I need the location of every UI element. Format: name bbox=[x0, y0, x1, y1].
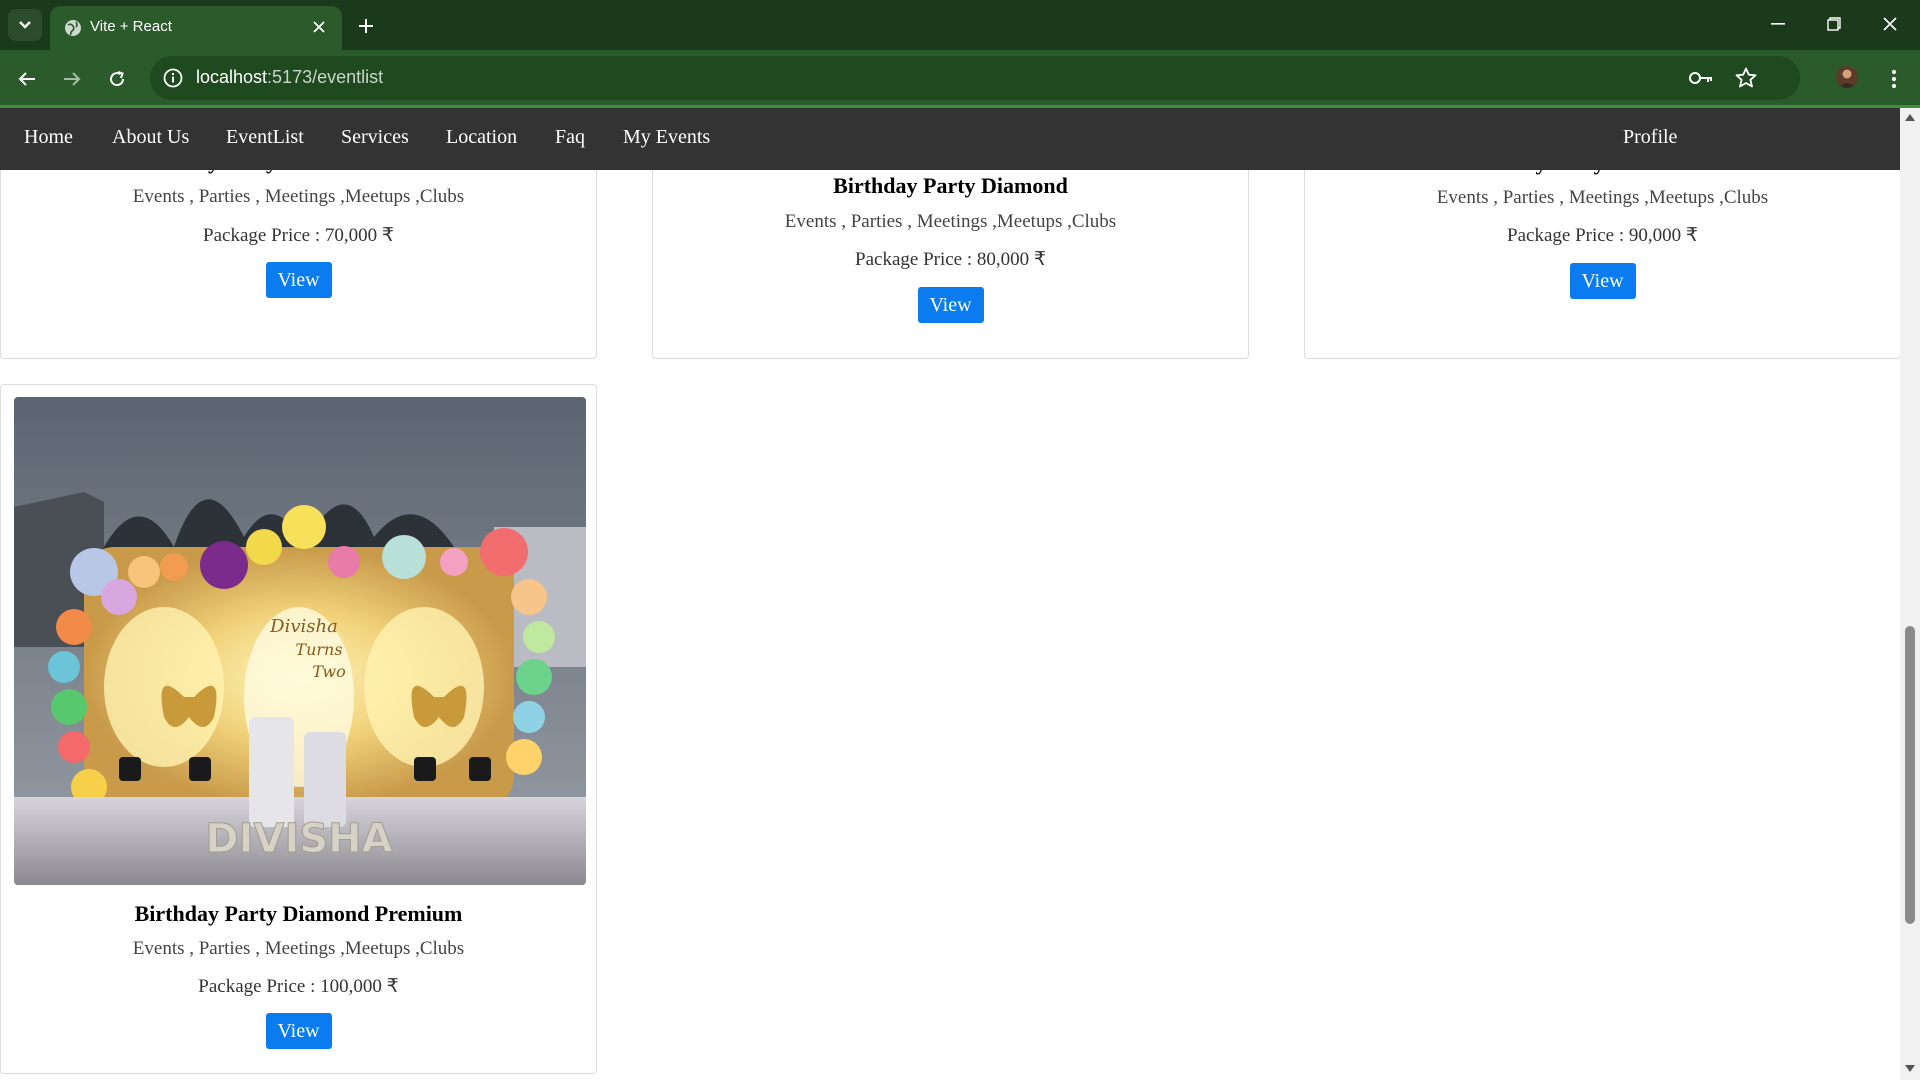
back-icon[interactable] bbox=[11, 63, 43, 95]
kebab-menu-icon[interactable] bbox=[1880, 63, 1908, 95]
address-bar[interactable]: localhost:5173/eventlist bbox=[150, 56, 1800, 100]
url-host: localhost bbox=[196, 67, 268, 87]
url-text: localhost:5173/eventlist bbox=[196, 67, 383, 88]
nav-profile[interactable]: Profile bbox=[1623, 126, 1677, 149]
card-price: Package Price : 80,000 ₹ bbox=[855, 249, 1046, 270]
nav-my-events[interactable]: My Events bbox=[623, 126, 710, 149]
birthday-decoration-photo: Divisha Turns Two DIVISHA bbox=[14, 397, 586, 885]
nav-services[interactable]: Services bbox=[341, 126, 409, 149]
card-tags: Events , Parties , Meetings ,Meetups ,Cl… bbox=[1436, 187, 1769, 208]
card-button-wrap: View bbox=[1, 262, 596, 298]
avatar[interactable] bbox=[1834, 64, 1860, 90]
card-button-wrap: View bbox=[1305, 263, 1900, 299]
page-scrollbar[interactable] bbox=[1900, 108, 1920, 1080]
card-tags: Events , Parties , Meetings ,Meetups ,Cl… bbox=[784, 211, 1117, 232]
key-icon[interactable] bbox=[1688, 67, 1714, 89]
restore-icon[interactable] bbox=[1806, 0, 1862, 48]
forward-icon[interactable] bbox=[56, 63, 88, 95]
view-button[interactable]: View bbox=[265, 1013, 332, 1049]
url-path: :5173/eventlist bbox=[267, 67, 384, 87]
nav-faq[interactable]: Faq bbox=[555, 126, 585, 149]
event-image: Divisha Turns Two DIVISHA bbox=[14, 397, 586, 885]
card-tags: Events , Parties , Meetings ,Meetups ,Cl… bbox=[132, 938, 465, 959]
svg-text:DIVISHA: DIVISHA bbox=[205, 816, 392, 862]
star-icon[interactable] bbox=[1734, 66, 1758, 90]
plus-icon[interactable] bbox=[352, 12, 380, 40]
nav-location[interactable]: Location bbox=[446, 126, 517, 149]
svg-text:Divisha: Divisha bbox=[269, 616, 338, 637]
nav-about-us[interactable]: About Us bbox=[112, 126, 189, 149]
view-button[interactable]: View bbox=[1569, 263, 1636, 299]
reload-icon[interactable] bbox=[101, 63, 133, 95]
scroll-down-icon[interactable] bbox=[1904, 1064, 1916, 1074]
svg-text:Two: Two bbox=[312, 662, 345, 681]
view-button[interactable]: View bbox=[265, 262, 332, 298]
globe-icon bbox=[65, 20, 81, 36]
page-viewport: Home About Us EventList Services Locatio… bbox=[0, 108, 1920, 1080]
card-price: Package Price : 90,000 ₹ bbox=[1507, 225, 1698, 246]
close-icon[interactable] bbox=[308, 16, 330, 38]
minimize-icon[interactable] bbox=[1750, 0, 1806, 48]
window-close-icon[interactable] bbox=[1862, 0, 1918, 48]
tab-title: Vite + React bbox=[90, 18, 172, 35]
card-title: Birthday Party Diamond Premium bbox=[134, 901, 463, 926]
active-tab[interactable]: Vite + React bbox=[50, 6, 342, 50]
card-price: Package Price : 70,000 ₹ bbox=[203, 225, 394, 246]
event-card: Divisha Turns Two DIVISHA Birthday Party… bbox=[0, 384, 597, 1074]
tab-dropdown-icon[interactable] bbox=[8, 9, 42, 41]
card-title: Birthday Party Diamond bbox=[833, 173, 1068, 198]
card-button-wrap: View bbox=[1, 1013, 596, 1049]
svg-text:Turns: Turns bbox=[295, 640, 342, 659]
card-price: Package Price : 100,000 ₹ bbox=[198, 976, 399, 997]
view-button[interactable]: View bbox=[917, 287, 984, 323]
info-icon[interactable] bbox=[162, 67, 184, 89]
card-button-wrap: View bbox=[653, 287, 1248, 323]
browser-toolbar: localhost:5173/eventlist bbox=[0, 50, 1920, 108]
browser-tab-bar: Vite + React bbox=[0, 0, 1920, 50]
scroll-up-icon[interactable] bbox=[1904, 112, 1916, 122]
nav-eventlist[interactable]: EventList bbox=[226, 126, 304, 149]
card-tags: Events , Parties , Meetings ,Meetups ,Cl… bbox=[132, 186, 465, 207]
nav-home[interactable]: Home bbox=[24, 126, 73, 149]
scrollbar-thumb[interactable] bbox=[1905, 626, 1915, 924]
site-navbar: Home About Us EventList Services Locatio… bbox=[0, 108, 1900, 170]
